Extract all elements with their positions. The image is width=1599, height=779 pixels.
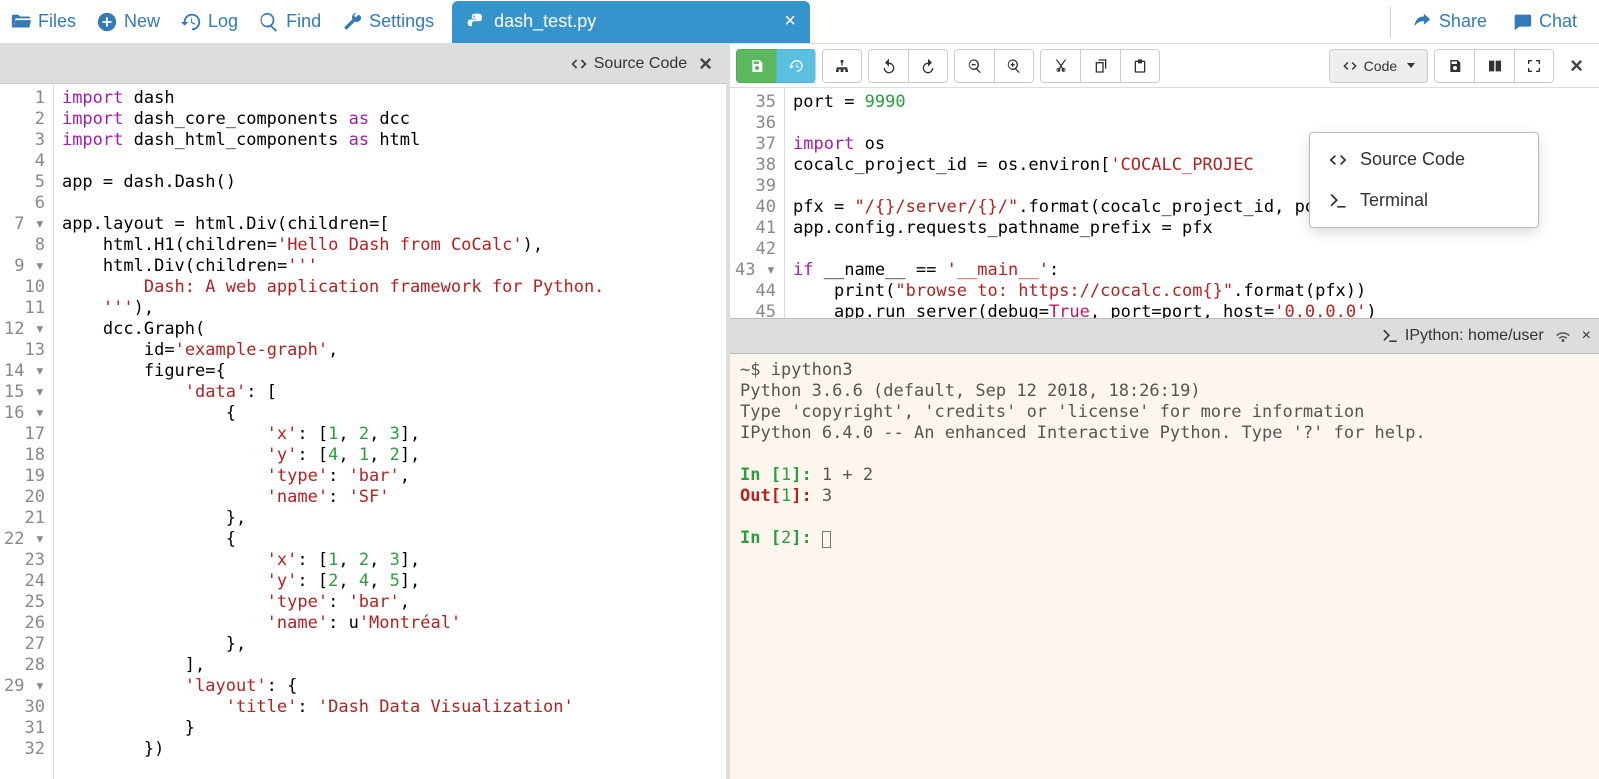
left-pane-title: Source Code	[570, 55, 687, 73]
log-button[interactable]: Log	[170, 5, 248, 39]
terminal-header: IPython: home/user ×	[730, 318, 1599, 354]
settings-label: Settings	[369, 11, 434, 32]
left-pane-title-text: Source Code	[594, 55, 687, 73]
share-label: Share	[1439, 11, 1487, 32]
terminal-icon	[1328, 191, 1348, 211]
copy-icon	[1093, 58, 1109, 74]
code-dropdown-button[interactable]: Code	[1329, 49, 1428, 83]
close-tab-icon[interactable]: ×	[604, 10, 796, 33]
folder-open-icon	[10, 11, 32, 33]
left-gutter: 1 2 3 4 5 6 7 ▾ 8 9 ▾ 10 11 12 ▾ 13 14 ▾…	[0, 84, 54, 779]
dropdown-terminal-label: Terminal	[1360, 190, 1428, 211]
close-right-pane-button[interactable]: ×	[1560, 49, 1593, 83]
chat-button[interactable]: Chat	[1501, 5, 1587, 39]
terminal-title: IPython: home/user	[1381, 327, 1544, 345]
split-columns-button[interactable]	[1474, 49, 1514, 83]
dropdown-source-code-label: Source Code	[1360, 149, 1465, 170]
history-icon	[788, 58, 804, 74]
files-label: Files	[38, 11, 76, 32]
code-icon	[570, 55, 588, 73]
paste-icon	[1132, 58, 1148, 74]
top-toolbar: Files New Log Find Settings dash_test.py…	[0, 0, 1599, 44]
expand-icon	[1526, 58, 1542, 74]
close-terminal-icon[interactable]: ×	[1582, 327, 1591, 345]
share-icon	[1411, 11, 1433, 33]
share-button[interactable]: Share	[1401, 5, 1497, 39]
file-tab-label: dash_test.py	[494, 11, 596, 32]
left-pane: Source Code × 1 2 3 4 5 6 7 ▾ 8 9 ▾ 10 1…	[0, 44, 730, 779]
terminal[interactable]: ~$ ipython3 Python 3.6.6 (default, Sep 1…	[730, 354, 1599, 779]
python-icon	[466, 12, 486, 32]
right-gutter: 35 36 37 38 39 40 41 42 43 ▾ 44 45	[730, 88, 785, 318]
save-layout-button[interactable]	[1434, 49, 1474, 83]
plus-circle-icon	[96, 11, 118, 33]
dropdown-terminal[interactable]: Terminal	[1310, 180, 1538, 221]
files-button[interactable]: Files	[0, 5, 86, 39]
zoom-out-icon	[967, 58, 983, 74]
save-icon	[749, 58, 765, 74]
find-button[interactable]: Find	[248, 5, 331, 39]
log-label: Log	[208, 11, 238, 32]
left-code[interactable]: import dash import dash_core_components …	[54, 84, 726, 779]
chat-label: Chat	[1539, 11, 1577, 32]
code-icon	[1342, 58, 1358, 74]
history-icon	[180, 11, 202, 33]
undo-icon	[881, 58, 897, 74]
new-label: New	[124, 11, 160, 32]
code-dropdown-label: Code	[1364, 58, 1397, 74]
wrench-icon	[341, 11, 363, 33]
sitemap-button[interactable]	[822, 49, 862, 83]
copy-button[interactable]	[1080, 49, 1120, 83]
cut-button[interactable]	[1040, 49, 1080, 83]
right-pane: Code × Source Code Terminal 35 36 37 38 …	[730, 44, 1599, 779]
close-pane-icon[interactable]: ×	[693, 51, 718, 77]
view-type-dropdown: Source Code Terminal	[1309, 132, 1539, 228]
zoom-in-button[interactable]	[994, 49, 1034, 83]
terminal-title-text: IPython: home/user	[1405, 327, 1544, 345]
new-button[interactable]: New	[86, 5, 170, 39]
dropdown-source-code[interactable]: Source Code	[1310, 139, 1538, 180]
zoom-in-icon	[1006, 58, 1022, 74]
zoom-out-button[interactable]	[954, 49, 994, 83]
undo-button[interactable]	[868, 49, 908, 83]
terminal-icon	[1381, 327, 1399, 345]
save-icon	[1447, 58, 1463, 74]
divider	[1390, 7, 1391, 37]
time-travel-button[interactable]	[776, 49, 816, 83]
right-toolbar: Code ×	[730, 44, 1599, 88]
sitemap-icon	[834, 58, 850, 74]
main-split: Source Code × 1 2 3 4 5 6 7 ▾ 8 9 ▾ 10 1…	[0, 44, 1599, 779]
redo-button[interactable]	[908, 49, 948, 83]
redo-icon	[920, 58, 936, 74]
cut-icon	[1053, 58, 1069, 74]
search-icon	[258, 11, 280, 33]
code-icon	[1328, 150, 1348, 170]
file-tab[interactable]: dash_test.py ×	[452, 1, 810, 43]
paste-button[interactable]	[1120, 49, 1160, 83]
find-label: Find	[286, 11, 321, 32]
save-button[interactable]	[736, 49, 776, 83]
expand-button[interactable]	[1514, 49, 1554, 83]
left-pane-header: Source Code ×	[0, 44, 726, 84]
chat-icon	[1511, 11, 1533, 33]
left-editor[interactable]: 1 2 3 4 5 6 7 ▾ 8 9 ▾ 10 11 12 ▾ 13 14 ▾…	[0, 84, 726, 779]
columns-icon	[1487, 58, 1503, 74]
wifi-icon	[1554, 327, 1572, 345]
settings-button[interactable]: Settings	[331, 5, 444, 39]
